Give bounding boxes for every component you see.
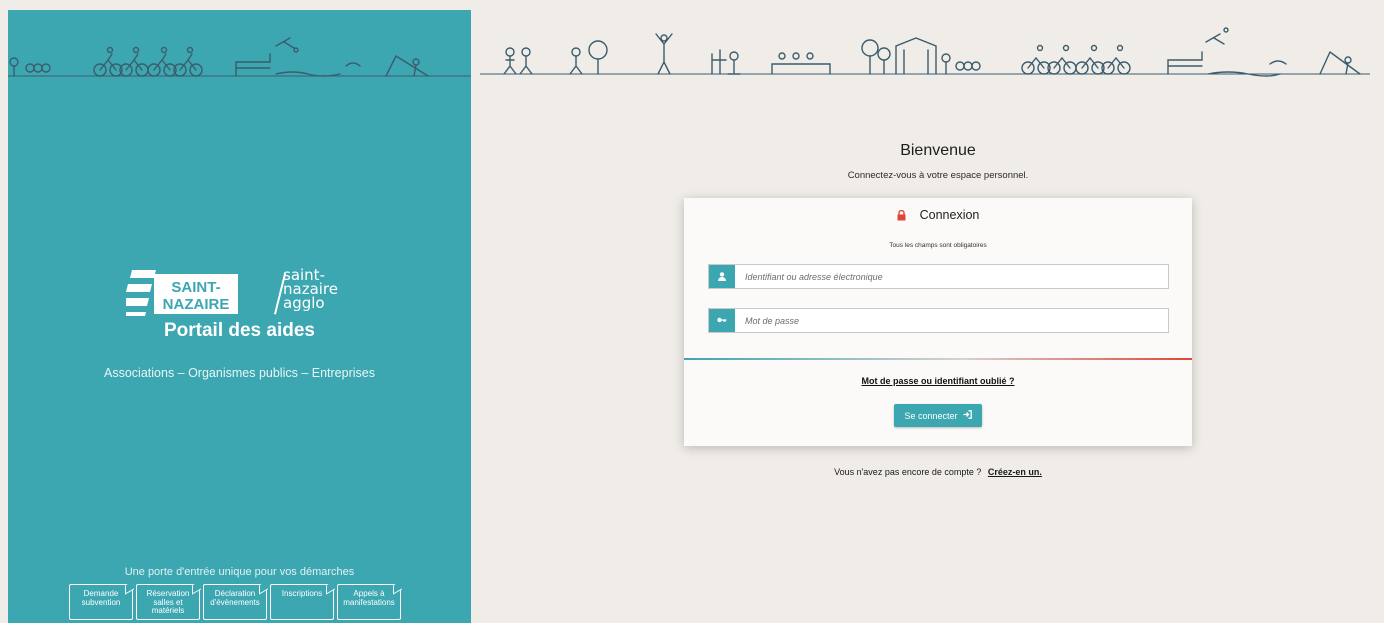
forgot-credentials-link[interactable]: Mot de passe ou identifiant oublié ? [684, 376, 1192, 386]
signup-prompt-text: Vous n'avez pas encore de compte ? [834, 467, 982, 477]
audience-line: Associations – Organismes publics – Entr… [104, 366, 375, 380]
password-field [708, 308, 1169, 333]
sign-in-icon [963, 410, 972, 421]
username-input[interactable] [735, 265, 1168, 288]
username-field [708, 264, 1169, 289]
card-divider [684, 358, 1192, 360]
tagline: Une porte d'entrée unique pour vos démar… [124, 566, 355, 578]
logo-group: SAINT- NAZAIRE saint- nazaire agglo [126, 268, 356, 318]
left-branding-panel: SAINT- NAZAIRE saint- nazaire agglo Port… [8, 10, 471, 623]
left-banner-illustration [8, 37, 471, 77]
saint-nazaire-logo: SAINT- NAZAIRE [126, 270, 238, 316]
user-icon [709, 265, 735, 288]
welcome-subtitle: Connectez-vous à votre espace personnel. [847, 170, 1029, 181]
tile-inscriptions[interactable]: Inscriptions [270, 584, 334, 620]
tile-reservation[interactable]: Réservation salles et matériels [136, 584, 200, 620]
login-button[interactable]: Se connecter [894, 404, 982, 427]
signup-prompt: Vous n'avez pas encore de compte ? Créez… [684, 467, 1192, 477]
tile-appels[interactable]: Appels à manifestations [337, 584, 401, 620]
welcome-title: Bienvenue [900, 142, 976, 159]
create-account-link[interactable]: Créez-en un. [988, 467, 1042, 477]
login-card: Connexion Tous les champs sont obligatoi… [684, 198, 1192, 446]
right-banner-illustration [480, 27, 1370, 77]
svg-text:SAINT-: SAINT- [171, 279, 220, 296]
required-note: Tous les champs sont obligatoires [889, 242, 987, 249]
tile-declaration[interactable]: Déclaration d'évènements [203, 584, 267, 620]
lock-icon [897, 209, 906, 224]
login-button-label: Se connecter [904, 410, 958, 421]
portal-title: Portail des aides [163, 320, 315, 341]
service-tiles: Demande subvention Réservation salles et… [69, 584, 401, 620]
password-input[interactable] [735, 309, 1168, 332]
tile-demande-subvention[interactable]: Demande subvention [69, 584, 133, 620]
key-icon [709, 309, 735, 332]
login-heading: Connexion [684, 208, 1192, 224]
saint-nazaire-agglo-logo: saint- nazaire agglo [274, 268, 364, 318]
svg-text:NAZAIRE: NAZAIRE [163, 296, 230, 313]
login-heading-text: Connexion [919, 208, 980, 222]
